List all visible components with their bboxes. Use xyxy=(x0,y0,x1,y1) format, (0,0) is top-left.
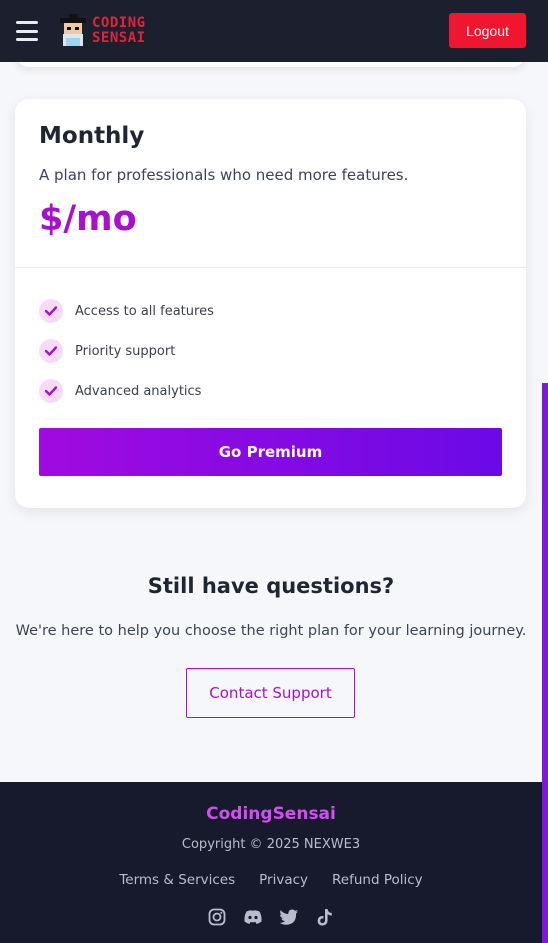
check-icon xyxy=(39,379,63,403)
logo-line-2: SENSAI xyxy=(92,30,146,46)
list-item: Access to all features xyxy=(39,291,214,331)
contact-support-button[interactable]: Contact Support xyxy=(186,668,355,718)
scrollbar-thumb[interactable] xyxy=(542,383,548,943)
logo-line-1: CODING xyxy=(92,15,146,31)
footer: CodingSensai Copyright © 2025 NEXWE3 Ter… xyxy=(0,782,542,943)
check-icon xyxy=(39,299,63,323)
twitter-icon[interactable] xyxy=(279,907,299,927)
list-item: Priority support xyxy=(39,331,214,371)
divider xyxy=(15,267,526,268)
tiktok-icon[interactable] xyxy=(315,907,335,927)
privacy-link[interactable]: Privacy xyxy=(259,872,308,888)
sensei-mascot-icon xyxy=(58,14,88,48)
footer-brand[interactable]: CodingSensai xyxy=(0,804,542,824)
go-premium-button[interactable]: Go Premium xyxy=(39,428,502,476)
questions-title: Still have questions? xyxy=(147,574,395,598)
monthly-plan-card: Monthly A plan for professionals who nee… xyxy=(15,99,526,508)
feature-label: Priority support xyxy=(75,343,176,359)
plan-description: A plan for professionals who need more f… xyxy=(39,166,409,184)
questions-description: We're here to help you choose the right … xyxy=(15,623,527,639)
feature-list: Access to all features Priority support … xyxy=(39,291,214,411)
instagram-icon[interactable] xyxy=(207,907,227,927)
terms-link[interactable]: Terms & Services xyxy=(119,872,235,888)
refund-policy-link[interactable]: Refund Policy xyxy=(332,872,423,888)
check-icon xyxy=(39,339,63,363)
list-item: Advanced analytics xyxy=(39,371,214,411)
feature-label: Advanced analytics xyxy=(75,383,202,399)
logout-button[interactable]: Logout xyxy=(449,13,526,48)
footer-links: Terms & Services Privacy Refund Policy xyxy=(0,872,542,888)
discord-icon[interactable] xyxy=(243,907,263,927)
logo[interactable]: CODING SENSAI xyxy=(58,14,146,48)
plan-title: Monthly xyxy=(39,123,145,149)
menu-icon[interactable] xyxy=(16,21,38,41)
plan-price: $/mo xyxy=(39,199,137,239)
copyright-text: Copyright © 2025 NEXWE3 xyxy=(181,837,361,852)
logo-text: CODING SENSAI xyxy=(92,16,146,46)
top-navbar: CODING SENSAI Logout xyxy=(0,0,548,62)
social-links xyxy=(0,907,542,927)
feature-label: Access to all features xyxy=(75,303,214,319)
